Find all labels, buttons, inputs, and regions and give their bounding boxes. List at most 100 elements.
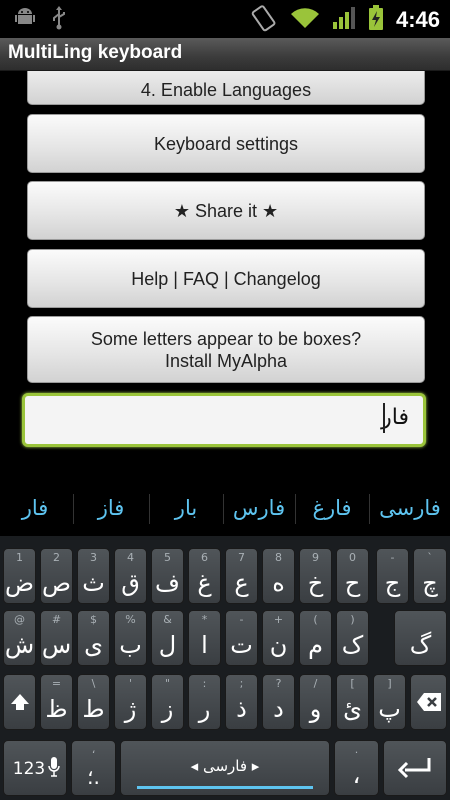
key-char: ذ bbox=[236, 695, 247, 723]
key-hint: + bbox=[273, 613, 284, 626]
key-char: ه bbox=[272, 569, 285, 597]
key-char: ژ bbox=[124, 695, 137, 723]
shift-icon bbox=[4, 675, 35, 729]
key-char: و bbox=[309, 695, 322, 723]
key-char: س bbox=[41, 631, 72, 659]
key[interactable]: ) ک bbox=[336, 610, 369, 666]
key[interactable]: :ر bbox=[188, 674, 221, 730]
help-faq-changelog-button[interactable]: Help | FAQ | Changelog bbox=[27, 249, 425, 308]
key-char: چ bbox=[422, 569, 438, 597]
key-hint: - bbox=[390, 551, 395, 564]
symbols-mode-key[interactable]: 123 bbox=[3, 740, 67, 796]
key-hint: [ bbox=[350, 677, 355, 690]
help-faq-changelog-label: Help | FAQ | Changelog bbox=[131, 268, 321, 289]
key-char: ب bbox=[119, 631, 142, 659]
key[interactable]: -ج bbox=[376, 548, 409, 604]
key-hint: * bbox=[201, 613, 208, 626]
status-time: 4:46 bbox=[395, 7, 440, 32]
key[interactable]: 2ص bbox=[40, 548, 73, 604]
key[interactable]: ? د bbox=[262, 674, 295, 730]
key-char: ز bbox=[161, 695, 174, 723]
key[interactable]: 6غ bbox=[188, 548, 221, 604]
key-char: ض bbox=[4, 569, 34, 597]
key-char: ن bbox=[269, 631, 288, 659]
suggestion-item[interactable]: فارسی bbox=[370, 480, 450, 536]
key[interactable]: 9خ bbox=[299, 548, 332, 604]
key-hint: . bbox=[354, 743, 359, 756]
key[interactable]: 3ث bbox=[77, 548, 110, 604]
key[interactable]: \ ط bbox=[77, 674, 110, 730]
key[interactable]: ' ژ bbox=[114, 674, 147, 730]
install-myalpha-button[interactable]: Some letters appear to be boxes? Install… bbox=[27, 316, 425, 383]
enable-languages-button[interactable]: 4. Enable Languages bbox=[27, 71, 425, 105]
enter-icon bbox=[384, 741, 446, 795]
settings-list[interactable]: 4. Enable Languages Keyboard settings ★ … bbox=[0, 71, 450, 480]
key-char: ؛. bbox=[87, 765, 100, 789]
key-char: پ bbox=[378, 695, 401, 723]
comma-key[interactable]: . ، bbox=[334, 740, 379, 796]
key-char: غ bbox=[197, 569, 212, 597]
key-hint: 6 bbox=[201, 551, 208, 564]
key-hint: = bbox=[51, 677, 62, 690]
key[interactable]: 7ع bbox=[225, 548, 258, 604]
key[interactable]: 5ف bbox=[151, 548, 184, 604]
key[interactable]: * ا bbox=[188, 610, 221, 666]
share-button[interactable]: ★ Share it ★ bbox=[27, 181, 425, 240]
key[interactable]: & ل bbox=[151, 610, 184, 666]
key-char: ئ bbox=[343, 695, 362, 723]
key[interactable]: = ظ bbox=[40, 674, 73, 730]
suggestion-item[interactable]: فار bbox=[0, 480, 70, 536]
key-hint: ; bbox=[239, 677, 244, 690]
key[interactable]: گ bbox=[394, 610, 447, 666]
text-input-value: فار bbox=[381, 405, 409, 430]
key[interactable]: " ز bbox=[151, 674, 184, 730]
key[interactable]: 1ض bbox=[3, 548, 36, 604]
key-hint: 3 bbox=[90, 551, 97, 564]
suggestion-item[interactable]: فاز bbox=[74, 480, 148, 536]
key-char: د bbox=[273, 695, 284, 723]
key[interactable]: 8ه bbox=[262, 548, 295, 604]
key[interactable]: / و bbox=[299, 674, 332, 730]
app-title-bar: MultiLing keyboard bbox=[0, 38, 450, 71]
key-char: ث bbox=[82, 569, 105, 597]
key-hint: ) bbox=[350, 613, 355, 626]
key[interactable]: ; ذ bbox=[225, 674, 258, 730]
key[interactable]: 0ح bbox=[336, 548, 369, 604]
key[interactable]: (م bbox=[299, 610, 332, 666]
suggestion-item[interactable]: فارس bbox=[224, 480, 294, 536]
key[interactable]: % ب bbox=[114, 610, 147, 666]
punctuation-key[interactable]: ، ؛. bbox=[71, 740, 116, 796]
key-hint: ] bbox=[387, 677, 392, 690]
shift-key[interactable] bbox=[3, 674, 36, 730]
key-hint: 4 bbox=[127, 551, 134, 564]
key[interactable]: $ ی bbox=[77, 610, 110, 666]
backspace-icon bbox=[411, 675, 446, 729]
key-char: ا bbox=[201, 631, 208, 659]
key[interactable]: ] پ bbox=[373, 674, 406, 730]
space-key[interactable]: ◂ فارسی ▸ bbox=[120, 740, 330, 796]
key[interactable]: @ ش bbox=[3, 610, 36, 666]
key[interactable]: + ن bbox=[262, 610, 295, 666]
key[interactable]: -ت bbox=[225, 610, 258, 666]
key-char: ظ bbox=[45, 695, 68, 723]
key-char: ش bbox=[4, 631, 35, 659]
share-label: ★ Share it ★ bbox=[173, 200, 279, 221]
battery-charging-icon bbox=[368, 5, 384, 35]
key-hint: # bbox=[51, 613, 62, 626]
suggestion-item[interactable]: فارغ bbox=[296, 480, 368, 536]
key[interactable]: ` چ bbox=[413, 548, 447, 604]
key-hint: ` bbox=[427, 551, 433, 564]
keyboard-settings-button[interactable]: Keyboard settings bbox=[27, 114, 425, 173]
key-hint: " bbox=[164, 677, 171, 690]
key[interactable]: 4ق bbox=[114, 548, 147, 604]
key-hint: 5 bbox=[164, 551, 171, 564]
text-input-field[interactable]: فار bbox=[22, 393, 426, 447]
enable-languages-label: 4. Enable Languages bbox=[140, 80, 312, 100]
key[interactable]: [ئ bbox=[336, 674, 369, 730]
enter-key[interactable] bbox=[383, 740, 447, 796]
key[interactable]: # س bbox=[40, 610, 73, 666]
backspace-key[interactable] bbox=[410, 674, 447, 730]
usb-icon bbox=[50, 6, 68, 34]
key-char: ف bbox=[155, 569, 180, 597]
suggestion-item[interactable]: بار bbox=[150, 480, 222, 536]
